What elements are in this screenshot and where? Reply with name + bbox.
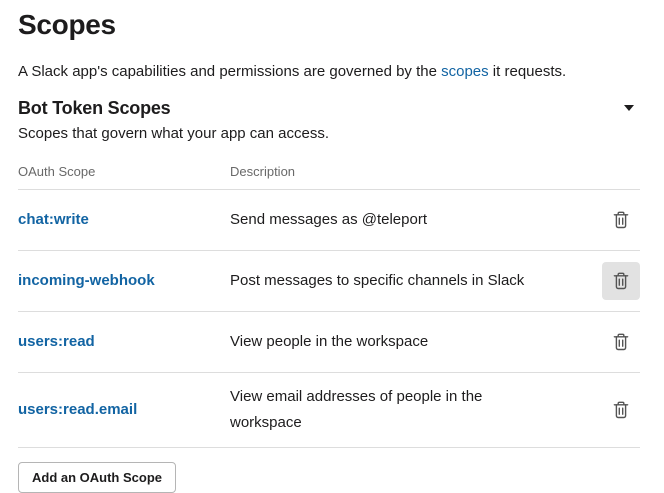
scopes-page: Scopes A Slack app's capabilities and pe… (0, 0, 664, 493)
trash-icon (613, 272, 629, 290)
caret-down-icon[interactable] (624, 105, 634, 111)
table-body: chat:write Send messages as @teleport in… (18, 190, 640, 448)
delete-scope-button[interactable] (602, 323, 640, 361)
table-header-row: OAuth Scope Description (18, 163, 640, 190)
header-description: Description (230, 163, 540, 181)
action-cell (540, 262, 640, 300)
scope-link[interactable]: users:read.email (18, 401, 137, 418)
scope-link[interactable]: users:read (18, 333, 95, 350)
table-row: users:read View people in the workspace (18, 312, 640, 373)
scope-cell: incoming-webhook (18, 268, 230, 294)
header-actions (540, 163, 640, 181)
header-oauth-scope: OAuth Scope (18, 163, 230, 181)
section-header: Bot Token Scopes (18, 97, 640, 119)
delete-scope-button[interactable] (602, 391, 640, 429)
scope-link[interactable]: incoming-webhook (18, 272, 155, 289)
scope-description: View email addresses of people in the wo… (230, 384, 540, 436)
scope-description: View people in the workspace (230, 329, 540, 355)
intro-text: A Slack app's capabilities and permissio… (18, 61, 640, 83)
trash-icon (613, 211, 629, 229)
action-cell (540, 391, 640, 429)
table-row: incoming-webhook Post messages to specif… (18, 251, 640, 312)
scope-cell: users:read (18, 329, 230, 355)
scope-description: Post messages to specific channels in Sl… (230, 268, 540, 294)
table-row: users:read.email View email addresses of… (18, 373, 640, 448)
scope-cell: users:read.email (18, 397, 230, 423)
scopes-link[interactable]: scopes (441, 63, 489, 80)
section-title: Bot Token Scopes (18, 97, 171, 119)
scope-link[interactable]: chat:write (18, 211, 89, 228)
section-subtitle: Scopes that govern what your app can acc… (18, 123, 640, 145)
page-title: Scopes (18, 8, 640, 42)
table-row: chat:write Send messages as @teleport (18, 190, 640, 251)
scopes-table: OAuth Scope Description chat:write Send … (18, 163, 640, 448)
action-cell (540, 201, 640, 239)
action-cell (540, 323, 640, 361)
intro-before: A Slack app's capabilities and permissio… (18, 63, 441, 80)
trash-icon (613, 401, 629, 419)
delete-scope-button[interactable] (602, 201, 640, 239)
scope-description: Send messages as @teleport (230, 207, 540, 233)
trash-icon (613, 333, 629, 351)
delete-scope-button[interactable] (602, 262, 640, 300)
intro-after: it requests. (489, 63, 567, 80)
scope-cell: chat:write (18, 207, 230, 233)
